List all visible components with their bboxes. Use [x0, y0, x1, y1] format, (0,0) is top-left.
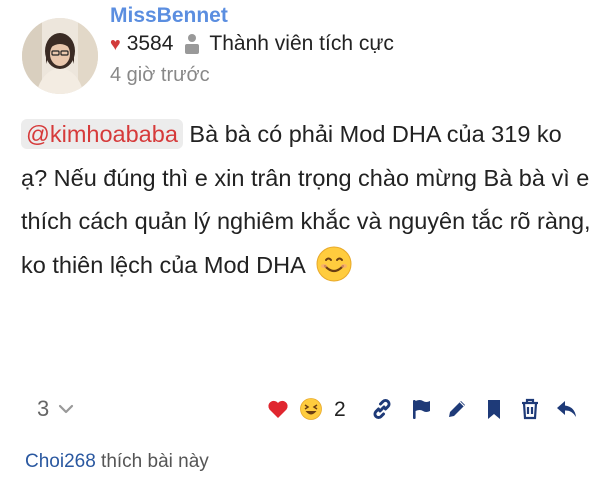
laughing-emoji-icon[interactable] [298, 396, 324, 422]
reply-count: 3 [37, 396, 50, 421]
avatar[interactable] [22, 18, 98, 94]
delete-icon[interactable] [517, 396, 543, 422]
edit-icon[interactable] [444, 396, 470, 422]
post-action-bar: 3 2 [0, 388, 605, 432]
smile-emoji-icon [315, 245, 353, 283]
post-body: @kimhoababa Bà bà có phải Mod DHA của 31… [21, 113, 591, 287]
reaction-count[interactable]: 2 [334, 398, 346, 422]
heart-reaction-icon[interactable] [265, 396, 291, 422]
user-meta: ♥ 3584 Thành viên tích cực [110, 32, 394, 56]
chevron-down-icon [59, 404, 74, 414]
user-title: Thành viên tích cực [209, 32, 394, 55]
replies-toggle[interactable]: 3 [37, 396, 74, 422]
post-timestamp[interactable]: 4 giờ trước [110, 64, 210, 87]
flag-icon[interactable] [408, 396, 434, 422]
liked-by-text: thích bài này [95, 451, 209, 472]
heart-icon: ♥ [110, 34, 121, 54]
reply-icon[interactable] [554, 396, 580, 422]
user-badge-icon [183, 33, 201, 55]
likes-count: 3584 [126, 32, 174, 55]
mention-link[interactable]: @kimhoababa [21, 119, 183, 149]
username[interactable]: MissBennet [110, 4, 228, 28]
bookmark-icon[interactable] [481, 396, 507, 422]
liker-username[interactable]: Choi268 [25, 451, 96, 472]
link-icon[interactable] [369, 396, 395, 422]
liked-by-line: Choi268 thích bài này [25, 451, 209, 473]
